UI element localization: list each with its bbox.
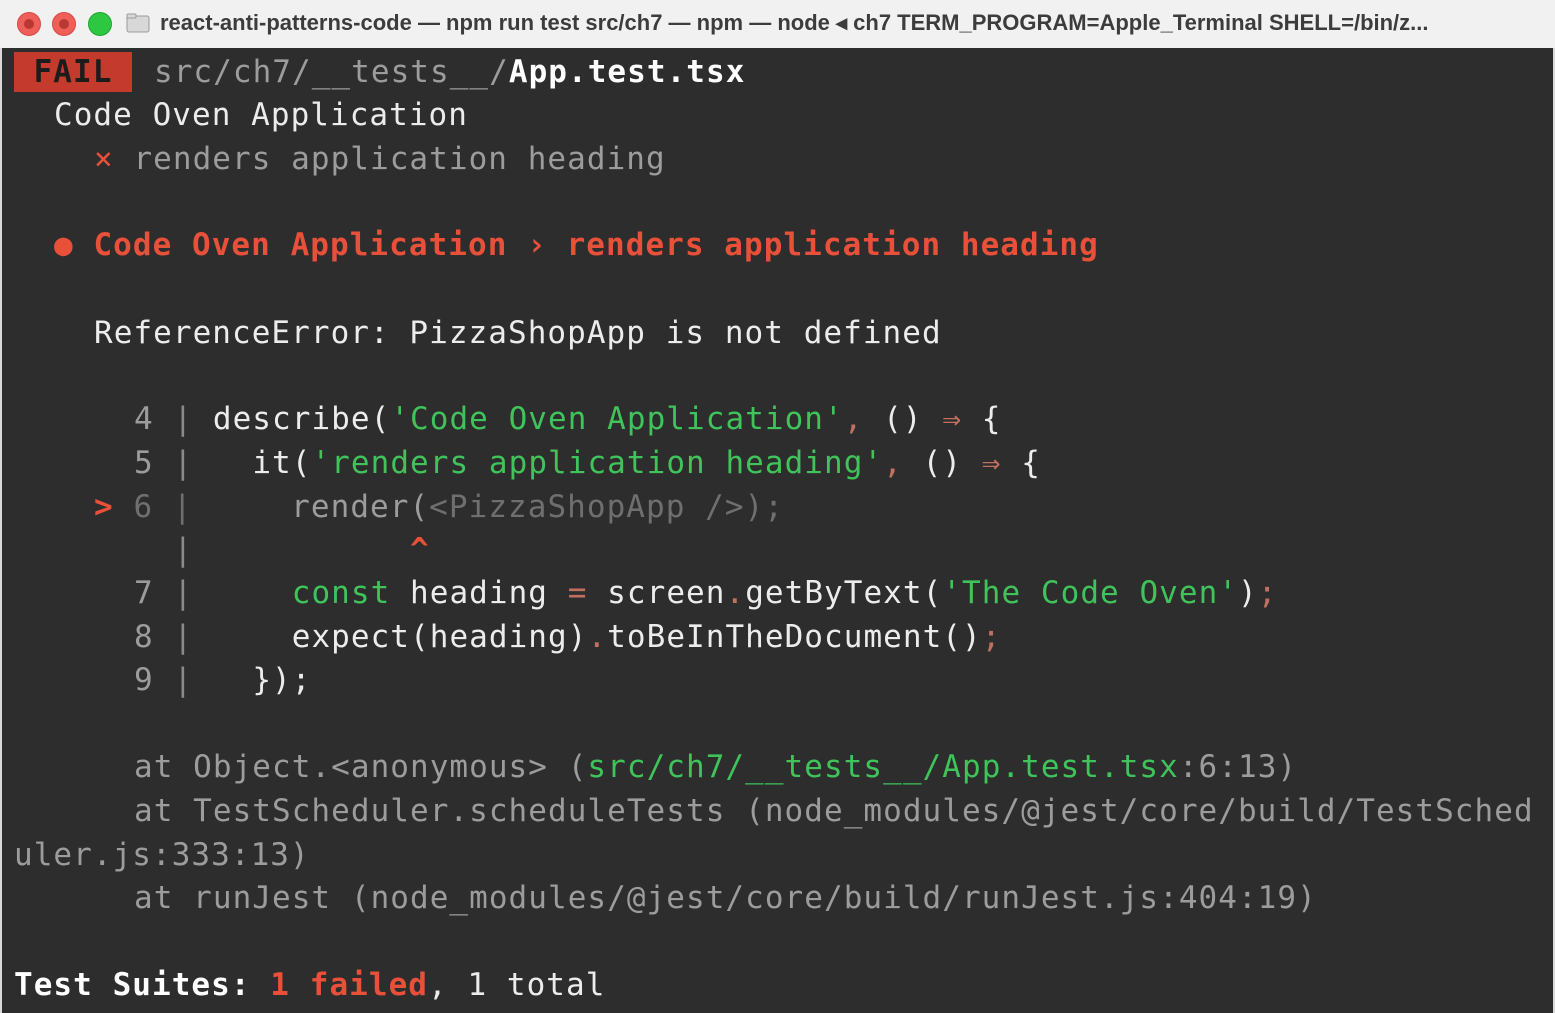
test-path-file: App.test.tsx [508, 54, 746, 90]
dot-token: . [725, 575, 746, 611]
stack-text: :6:13) [1178, 749, 1298, 785]
line-number: 4 [134, 401, 154, 437]
jsx-token: <PizzaShopApp /> [429, 489, 745, 525]
title-bar[interactable]: react-anti-patterns-code — npm run test … [0, 0, 1555, 49]
test-file-path: src/ch7/__tests__/App.test.tsx [154, 52, 745, 92]
code-token: () [883, 401, 943, 437]
code-token: , [883, 445, 923, 481]
operator-token: = [567, 575, 588, 611]
stack-path-link[interactable]: src/ch7/__tests__/App.test.tsx [587, 749, 1178, 785]
code-line-9: 9 | }); [134, 660, 311, 700]
fail-x-icon: × [94, 141, 114, 177]
code-string: 'renders application heading' [311, 445, 884, 481]
code-token: toBeInTheDocument() [607, 619, 982, 655]
semicolon-token: ; [1257, 575, 1278, 611]
terminal-output[interactable]: FAIL src/ch7/__tests__/App.test.tsx Code… [0, 48, 1555, 1013]
arrow-token: ⇒ [981, 445, 1002, 481]
summary-label: Test Suites: [14, 967, 251, 1003]
error-caret: ^ [410, 532, 430, 568]
code-token: screen [587, 575, 726, 611]
stack-text: at Object.<anonymous> ( [134, 749, 588, 785]
line-number: 9 [134, 662, 154, 698]
code-string: 'The Code Oven' [942, 575, 1239, 611]
summary-total: , 1 total [428, 967, 606, 1003]
code-token: ); [744, 489, 785, 525]
stack-frame-2: at TestScheduler.scheduleTests (node_mod… [134, 793, 1534, 829]
gutter-bar: | [173, 445, 194, 481]
stack-frame-2-wrap: uler.js:333:13) [14, 837, 310, 873]
gutter-bar: | [173, 619, 194, 655]
keyword-token: const [291, 575, 391, 611]
code-token: describe( [212, 401, 391, 437]
error-header: ● Code Oven Application › renders applic… [54, 225, 1099, 265]
test-summary: Test Suites: 1 failed, 1 total [14, 965, 605, 1005]
fail-badge: FAIL [14, 52, 132, 92]
code-line-6: > 6 | render(<PizzaShopApp />); [94, 487, 784, 527]
gutter-bar: | [173, 575, 194, 611]
code-line-7: 7 | const heading = screen.getByText('Th… [134, 573, 1277, 613]
code-token: }); [252, 662, 312, 698]
semicolon-token: ; [981, 619, 1002, 655]
minimize-icon [59, 19, 69, 29]
code-token: heading [390, 575, 568, 611]
code-token: it( [252, 445, 312, 481]
code-line-5: 5 | it('renders application heading', ()… [134, 443, 1041, 483]
failed-test-item: × renders application heading [94, 139, 666, 179]
error-header-test: renders application heading [566, 227, 1099, 263]
error-bullet-icon: ● [54, 227, 74, 263]
code-token: () [922, 445, 982, 481]
error-message: ReferenceError: PizzaShopApp is not defi… [94, 315, 942, 351]
code-token: , [843, 401, 884, 437]
minimize-button[interactable] [52, 12, 76, 36]
gutter-bar: | [173, 662, 194, 698]
code-token: ) [1238, 575, 1258, 611]
folder-icon [126, 13, 150, 33]
code-token: getByText( [745, 575, 943, 611]
failed-test-name: renders application heading [133, 141, 666, 177]
close-button[interactable] [17, 12, 41, 36]
line-number: 6 [133, 489, 154, 525]
line-number: 7 [134, 575, 154, 611]
arrow-token: ⇒ [942, 401, 963, 437]
zoom-button[interactable] [88, 12, 112, 36]
test-path-dir: src/ch7/__tests__/ [154, 54, 509, 90]
code-line-4: 4 | describe('Code Oven Application', ()… [134, 399, 1001, 439]
close-icon [24, 19, 34, 29]
caret-line: | ^ [134, 530, 430, 570]
line-number: 8 [134, 619, 154, 655]
summary-failed: 1 failed [270, 967, 429, 1003]
error-header-separator: › [527, 227, 547, 263]
error-header-suite: Code Oven Application [93, 227, 508, 263]
code-token: render( [291, 489, 430, 525]
code-string: 'Code Oven Application' [390, 401, 844, 437]
code-line-8: 8 | expect(heading).toBeInTheDocument(); [134, 617, 1001, 657]
gutter-bar: | [173, 401, 194, 437]
gutter-bar: | [173, 532, 194, 568]
dot-token: . [587, 619, 608, 655]
terminal-window: react-anti-patterns-code — npm run test … [0, 0, 1555, 1013]
window-title: react-anti-patterns-code — npm run test … [160, 10, 1429, 35]
stack-frame-3: at runJest (node_modules/@jest/core/buil… [134, 880, 1317, 916]
code-token: { [1001, 445, 1041, 481]
line-number: 5 [134, 445, 154, 481]
code-token: { [962, 401, 1002, 437]
error-line-marker: > [94, 489, 114, 525]
suite-name: Code Oven Application [54, 97, 468, 133]
gutter-bar: | [172, 489, 193, 525]
code-token: expect(heading) [291, 619, 588, 655]
stack-frame-1: at Object.<anonymous> (src/ch7/__tests__… [134, 747, 1297, 787]
